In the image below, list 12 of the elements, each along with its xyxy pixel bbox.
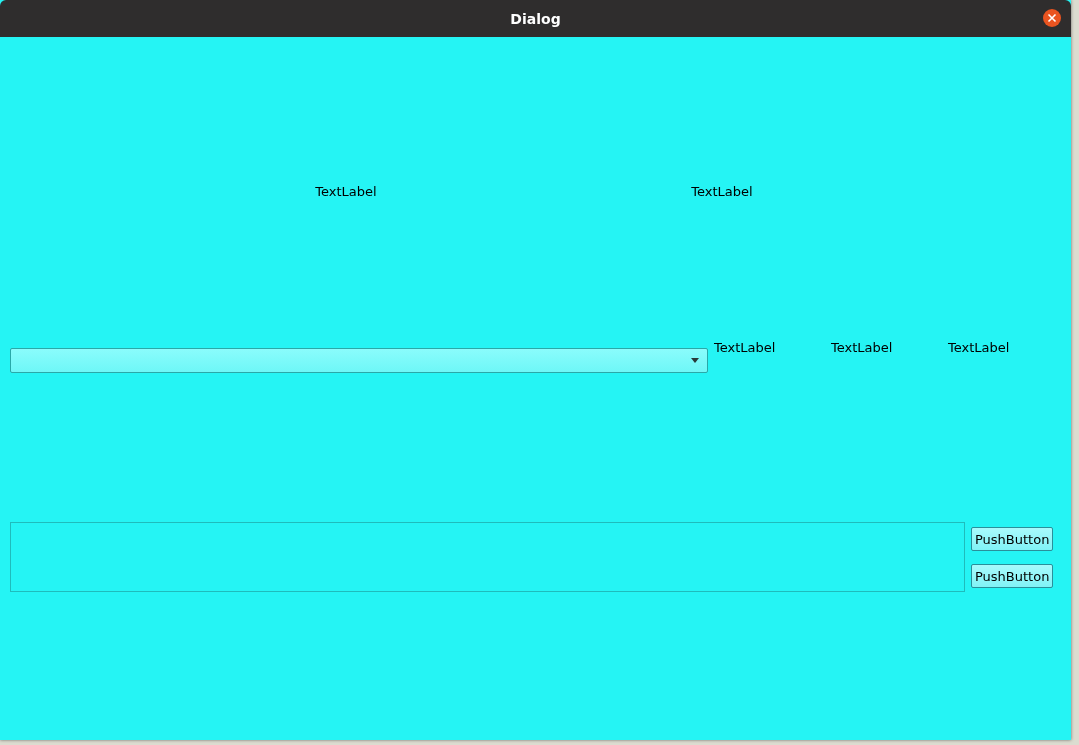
- text-label: TextLabel: [948, 340, 1010, 355]
- caret-icon: [691, 358, 699, 363]
- window-title: Dialog: [510, 10, 561, 27]
- text-label: TextLabel: [714, 340, 776, 355]
- text-label: TextLabel: [691, 183, 753, 199]
- push-button[interactable]: PushButton: [971, 564, 1054, 588]
- text-label: TextLabel: [315, 183, 377, 199]
- push-button[interactable]: PushButton: [971, 527, 1054, 551]
- close-icon[interactable]: [1042, 8, 1062, 28]
- text-label: TextLabel: [831, 340, 893, 355]
- text-area[interactable]: [10, 522, 965, 592]
- combo-box[interactable]: [10, 348, 708, 373]
